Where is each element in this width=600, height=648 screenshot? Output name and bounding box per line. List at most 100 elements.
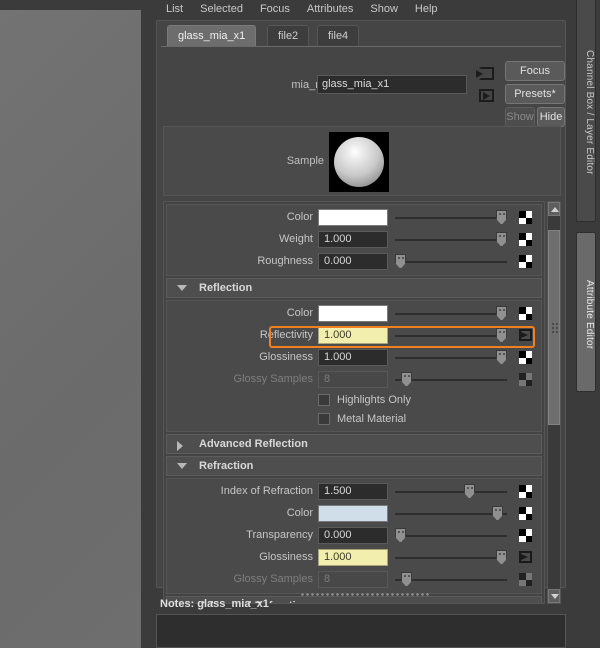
weight-slider[interactable] (395, 232, 507, 247)
label-index-of-refraction: Index of Refraction (220, 485, 313, 497)
checker-icon[interactable] (519, 507, 532, 520)
section-title-advanced-reflection: Advanced Reflection (199, 438, 308, 450)
tab-glass-mia-x1[interactable]: glass_mia_x1 (167, 25, 257, 46)
reflection-glossy-samples-input: 8 (318, 371, 388, 388)
arrow-into-box-icon[interactable] (476, 67, 494, 80)
notes-textarea[interactable] (156, 614, 566, 648)
chevron-down-icon (177, 463, 187, 469)
menu-help[interactable]: Help (407, 2, 447, 16)
attr-row-roughness: Roughness 0.000 (167, 251, 541, 273)
roughness-slider[interactable] (395, 254, 507, 269)
reflection-glossiness-slider[interactable] (395, 350, 507, 365)
label-reflectivity: Reflectivity (259, 329, 313, 341)
label-refraction-glossy-samples: Glossy Samples (233, 573, 313, 585)
label-refraction-glossiness: Glossiness (259, 551, 313, 563)
top-strip (0, 0, 150, 10)
checker-icon[interactable] (519, 255, 532, 268)
tab-file2[interactable]: file2 (267, 25, 310, 46)
reflectivity-input[interactable]: 1.000 (318, 327, 388, 344)
menu-list[interactable]: List (158, 2, 192, 16)
checker-icon (519, 373, 532, 386)
roughness-input[interactable]: 0.000 (318, 253, 388, 270)
node-name-input[interactable]: glass_mia_x1 (317, 75, 467, 94)
arrow-out-of-box-icon[interactable] (479, 89, 494, 102)
material-sphere-preview[interactable] (329, 132, 389, 192)
checker-icon[interactable] (519, 529, 532, 542)
refraction-attribute-group: Index of Refraction 1.500 Color Transpar… (166, 478, 542, 594)
section-header-advanced-reflection[interactable]: Advanced Reflection (166, 434, 542, 454)
menu-show[interactable]: Show (362, 2, 407, 16)
index-of-refraction-slider[interactable] (395, 484, 507, 499)
transparency-slider[interactable] (395, 528, 507, 543)
label-highlights-only: Highlights Only (337, 394, 411, 406)
attribute-scrollbar[interactable] (547, 201, 561, 604)
vertical-tab-attribute-editor[interactable]: Attribute Editor (576, 232, 596, 392)
scrollbar-thumb[interactable] (548, 230, 560, 425)
attribute-editor-panel: List Selected Focus Attributes Show Help… (150, 0, 572, 648)
presets-button[interactable]: Presets* (505, 84, 565, 104)
section-header-reflection[interactable]: Reflection (166, 278, 542, 298)
scroll-up-arrow-icon[interactable] (548, 202, 560, 216)
refraction-color-swatch[interactable] (318, 505, 388, 522)
transparency-input[interactable]: 0.000 (318, 527, 388, 544)
menu-focus[interactable]: Focus (252, 2, 299, 16)
show-button: Show (505, 107, 535, 127)
refraction-glossiness-slider[interactable] (395, 550, 507, 565)
refraction-color-slider[interactable] (395, 506, 507, 521)
color-swatch[interactable] (318, 209, 388, 226)
hide-button[interactable]: Hide (537, 107, 565, 127)
menu-attributes[interactable]: Attributes (299, 2, 362, 16)
focus-button[interactable]: Focus (505, 61, 565, 81)
menu-bar: List Selected Focus Attributes Show Help (150, 0, 572, 18)
vertical-tab-channel-box[interactable]: Channel Box / Layer Editor (576, 0, 596, 222)
reflection-color-slider[interactable] (395, 306, 507, 321)
checker-icon[interactable] (519, 307, 532, 320)
index-of-refraction-input[interactable]: 1.500 (318, 483, 388, 500)
attribute-scroll-area: Color Weight 1.000 Roughness 0.000 Refle… (163, 201, 545, 604)
label-roughness: Roughness (257, 255, 313, 267)
color-slider[interactable] (395, 210, 507, 225)
reflectivity-slider[interactable] (395, 328, 507, 343)
checker-icon[interactable] (519, 485, 532, 498)
reflection-color-swatch[interactable] (318, 305, 388, 322)
checkbox-row-highlights-only: Highlights Only (167, 391, 541, 410)
attr-row-weight: Weight 1.000 (167, 229, 541, 251)
checker-icon[interactable] (519, 211, 532, 224)
checker-icon[interactable] (519, 233, 532, 246)
attr-row-index-of-refraction: Index of Refraction 1.500 (167, 481, 541, 503)
attr-row-reflection-glossiness: Glossiness 1.000 (167, 347, 541, 369)
sample-label: Sample (286, 155, 324, 167)
node-tab-panel: glass_mia_x1 file2 file4 mia_material_x:… (156, 20, 566, 604)
weight-input[interactable]: 1.000 (318, 231, 388, 248)
sample-preview-box: Sample (163, 126, 561, 196)
refraction-glossiness-input[interactable]: 1.000 (318, 549, 388, 566)
section-header-refraction[interactable]: Refraction (166, 456, 542, 476)
checkbox-row-metal-material: Metal Material (167, 410, 541, 429)
label-reflection-color: Color (286, 307, 313, 319)
label-refraction-color: Color (286, 507, 313, 519)
menu-selected[interactable]: Selected (192, 2, 252, 16)
attr-row-reflection-glossy-samples: Glossy Samples 8 (167, 369, 541, 391)
drag-handle[interactable] (300, 592, 430, 597)
vertical-tab-strip: Channel Box / Layer Editor Attribute Edi… (572, 0, 600, 648)
notes-label: Notes: glass_mia_x1 (160, 598, 269, 610)
refraction-glossy-samples-slider (395, 572, 507, 587)
checker-icon (519, 573, 532, 586)
connection-arrow-icon[interactable] (519, 551, 532, 563)
chevron-right-icon (177, 441, 183, 451)
attr-row-transparency: Transparency 0.000 (167, 525, 541, 547)
attr-row-color: Color (167, 207, 541, 229)
highlights-only-checkbox[interactable] (318, 394, 330, 406)
connection-arrow-icon[interactable] (519, 329, 532, 341)
metal-material-checkbox[interactable] (318, 413, 330, 425)
reflection-glossiness-input[interactable]: 1.000 (318, 349, 388, 366)
panel-divider (141, 0, 150, 648)
checker-icon[interactable] (519, 351, 532, 364)
reflection-glossy-samples-slider (395, 372, 507, 387)
label-weight: Weight (278, 233, 313, 245)
tab-file4[interactable]: file4 (317, 25, 360, 46)
viewport-panel[interactable] (0, 10, 141, 648)
scroll-down-arrow-icon[interactable] (548, 589, 560, 603)
section-title-reflection: Reflection (199, 282, 253, 294)
node-tab-bar: glass_mia_x1 file2 file4 (161, 25, 561, 47)
